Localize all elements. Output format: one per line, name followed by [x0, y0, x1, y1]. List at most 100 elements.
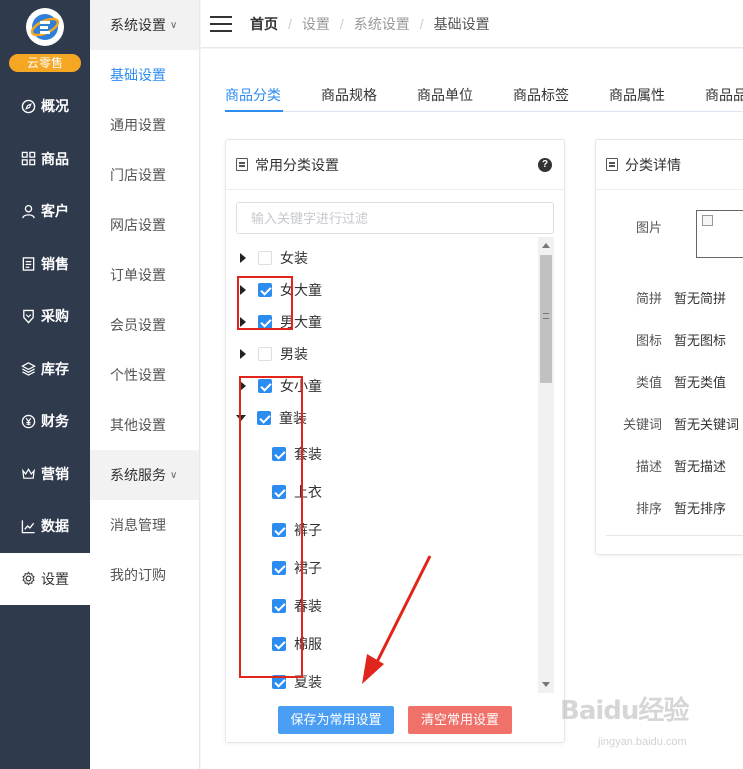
nav-item-sales[interactable]: 销售: [0, 238, 90, 291]
checkbox[interactable]: [272, 599, 286, 613]
nav-label: 采购: [41, 308, 69, 325]
nav-item-purchase[interactable]: 采购: [0, 290, 90, 343]
submenu-item-member[interactable]: 会员设置: [90, 300, 199, 350]
submenu-item-store[interactable]: 门店设置: [90, 150, 199, 200]
nav-item-customers[interactable]: 客户: [0, 185, 90, 238]
nav-item-finance[interactable]: 财务: [0, 395, 90, 448]
tree-child-node[interactable]: 裤子: [272, 519, 322, 541]
watermark-logo: Baidu经验: [560, 696, 689, 726]
active-tab-indicator: [225, 110, 283, 112]
checkbox[interactable]: [272, 561, 286, 575]
tab-attribute[interactable]: 商品属性: [609, 85, 665, 105]
nav-item-settings[interactable]: 设置: [0, 552, 90, 605]
checkbox[interactable]: [272, 523, 286, 537]
scroll-down-icon[interactable]: [542, 682, 550, 687]
caret-right-icon[interactable]: [240, 285, 246, 295]
tree-node[interactable]: 女小童: [238, 375, 322, 397]
checkbox[interactable]: [272, 675, 286, 689]
tab-spec[interactable]: 商品规格: [321, 85, 377, 105]
checkbox[interactable]: [258, 283, 272, 297]
clipboard-icon: [20, 256, 36, 272]
card-title: 分类详情: [625, 156, 681, 173]
tree-node[interactable]: 女装: [238, 247, 308, 269]
nav-label: 销售: [41, 255, 69, 272]
caret-right-icon[interactable]: [240, 349, 246, 359]
badge-icon: [20, 308, 36, 324]
card-title: 常用分类设置: [255, 156, 339, 173]
yen-icon: [20, 413, 36, 429]
tab-category[interactable]: 商品分类: [225, 85, 281, 105]
tab-more[interactable]: 商品品: [705, 85, 743, 105]
nav-item-marketing[interactable]: 营销: [0, 448, 90, 501]
top-bar: 首页 / 设置 / 系统设置 / 基础设置: [201, 0, 743, 48]
caret-right-icon[interactable]: [240, 381, 246, 391]
tree-child-node[interactable]: 春装: [272, 595, 322, 617]
checkbox[interactable]: [258, 379, 272, 393]
tab-unit[interactable]: 商品单位: [417, 85, 473, 105]
detail-row: 排序 暂无排序: [635, 500, 727, 516]
scrollbar-thumb[interactable]: [540, 255, 552, 383]
submenu-item-messages[interactable]: 消息管理: [90, 500, 199, 550]
tree-node[interactable]: 男大童: [238, 311, 322, 333]
help-icon[interactable]: ?: [538, 158, 552, 172]
tree-scrollbar[interactable]: [538, 237, 554, 693]
nav-label: 设置: [41, 570, 69, 587]
nav-item-data[interactable]: 数据: [0, 500, 90, 553]
submenu-item-order[interactable]: 订单设置: [90, 250, 199, 300]
checkbox[interactable]: [272, 447, 286, 461]
nav-item-products[interactable]: 商品: [0, 133, 90, 186]
chart-icon: [20, 518, 36, 534]
tree-child-node[interactable]: 裙子: [272, 557, 322, 579]
tree-node[interactable]: 女大童: [238, 279, 322, 301]
checkbox[interactable]: [258, 251, 272, 265]
card-header: 分类详情: [596, 140, 743, 190]
scroll-up-icon[interactable]: [542, 243, 550, 248]
breadcrumb-home[interactable]: 首页: [250, 14, 278, 34]
tree-node[interactable]: 童装: [236, 407, 307, 429]
layers-icon: [20, 361, 36, 377]
submenu-group-system-settings[interactable]: 系统设置 ∨: [90, 0, 199, 50]
submenu-item-other[interactable]: 其他设置: [90, 400, 199, 450]
filter-input[interactable]: [236, 202, 554, 234]
breadcrumb-basic-settings: 基础设置: [433, 15, 490, 32]
tree-node[interactable]: 男装: [238, 343, 308, 365]
main-nav: 云零售 概况 商品 客户 销售 采购 库存 财务 营销 数据 设置: [0, 0, 90, 769]
grid-icon: [20, 151, 36, 167]
save-common-button[interactable]: 保存为常用设置: [278, 706, 394, 734]
category-detail-card: 分类详情 图片 简拼 暂无简拼 图标 暂无图标 类值 暂无类值 关键词 暂无关键…: [595, 139, 743, 555]
caret-right-icon[interactable]: [240, 253, 246, 263]
nav-item-overview[interactable]: 概况: [0, 80, 90, 133]
submenu-item-subscriptions[interactable]: 我的订购: [90, 550, 199, 600]
submenu-item-basic[interactable]: 基础设置: [90, 50, 199, 100]
caret-down-icon[interactable]: [236, 415, 246, 421]
tree-child-node[interactable]: 上衣: [272, 481, 322, 503]
tree-child-node[interactable]: 夏装: [272, 671, 322, 693]
menu-toggle-icon[interactable]: [210, 15, 232, 32]
submenu-item-personal[interactable]: 个性设置: [90, 350, 199, 400]
nav-item-inventory[interactable]: 库存: [0, 343, 90, 396]
tree-child-node[interactable]: 套装: [272, 443, 322, 465]
checkbox[interactable]: [272, 637, 286, 651]
breadcrumb-system-settings[interactable]: 系统设置: [354, 14, 410, 34]
checkbox[interactable]: [272, 485, 286, 499]
main-content: 商品分类 商品规格 商品单位 商品标签 商品属性 商品品 常用分类设置 ? 女装…: [201, 49, 743, 769]
tree-child-node[interactable]: 棉服: [272, 633, 322, 655]
breadcrumb-settings[interactable]: 设置: [302, 14, 330, 34]
detail-row: 描述 暂无描述: [635, 458, 727, 474]
checkbox[interactable]: [258, 347, 272, 361]
compass-icon: [20, 98, 36, 114]
chevron-down-icon: ∨: [170, 469, 178, 481]
chevron-down-icon: ∨: [170, 19, 178, 31]
checkbox[interactable]: [257, 411, 271, 425]
submenu-item-general[interactable]: 通用设置: [90, 100, 199, 150]
detail-row: 关键词 暂无关键词: [622, 416, 740, 432]
clear-common-button[interactable]: 清空常用设置: [408, 706, 512, 734]
submenu-group-system-service[interactable]: 系统服务 ∨: [90, 450, 199, 500]
nav-label: 客户: [41, 203, 69, 220]
logo-badge: 云零售: [9, 54, 81, 72]
tab-tag[interactable]: 商品标签: [513, 85, 569, 105]
detail-row: 图标 暂无图标: [635, 332, 727, 348]
submenu-item-webstore[interactable]: 网店设置: [90, 200, 199, 250]
caret-right-icon[interactable]: [240, 317, 246, 327]
checkbox[interactable]: [258, 315, 272, 329]
